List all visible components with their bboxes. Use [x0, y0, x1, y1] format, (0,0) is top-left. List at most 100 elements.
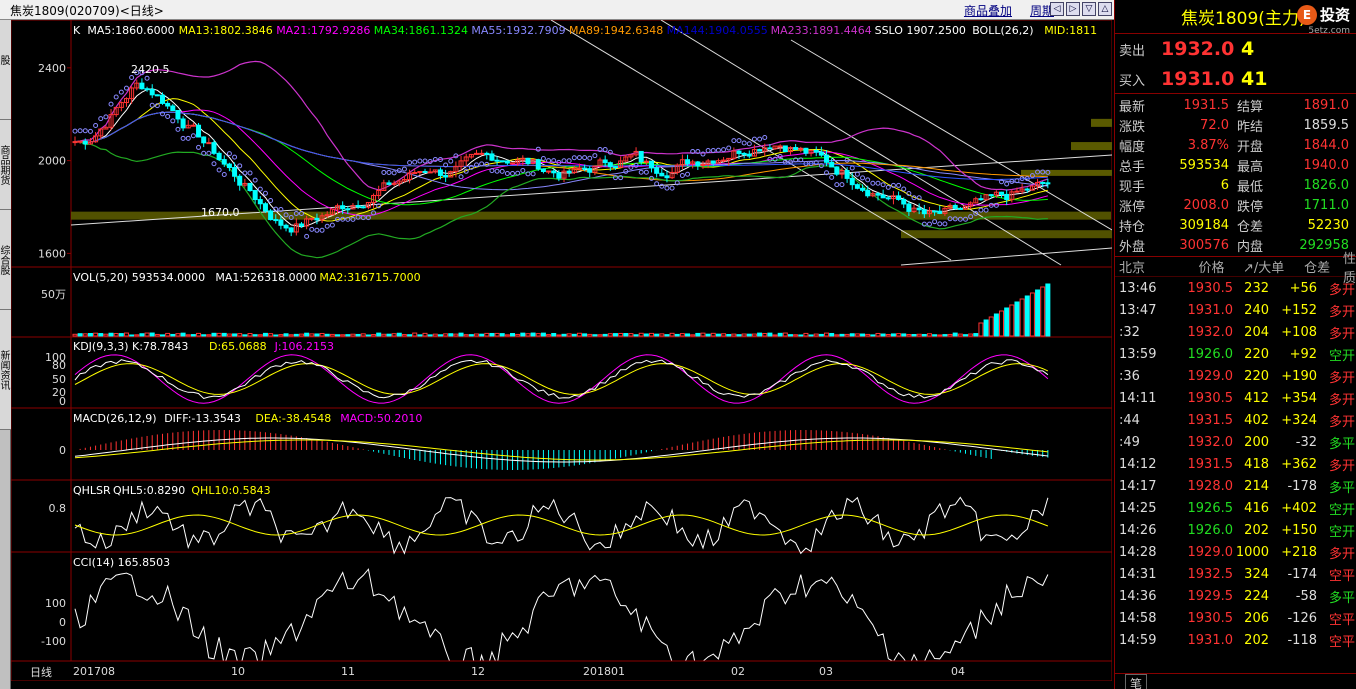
tick-list[interactable]: 13:46 1930.5 232 +56 多开 13:47 1931.0 240 +152 多开:… [1115, 277, 1356, 651]
sar-dot [216, 167, 222, 173]
sar-dot [499, 168, 505, 174]
candle-body [262, 203, 268, 212]
vol-y-tick: 50万 [41, 288, 66, 301]
tick-row[interactable]: 14:59 1931.0 202 -118 空平 [1115, 629, 1356, 651]
vol-bar [793, 334, 799, 337]
tick-nature: 多开 [1328, 414, 1355, 430]
vol-bar [314, 333, 320, 337]
candle-body [829, 161, 835, 168]
candle-body [247, 182, 253, 192]
sar-dot [571, 155, 577, 161]
tick-row[interactable]: 14:26 1926.0 202 +150 空开 [1115, 519, 1356, 541]
candle-body [510, 162, 516, 165]
stat-value: 1859.5 [1303, 117, 1350, 133]
tick-price: 1930.5 [1187, 390, 1234, 406]
candle-body [160, 94, 166, 104]
nav-right-button[interactable]: ▷ [1066, 2, 1080, 16]
sar-dot [237, 163, 243, 169]
sar-dot [448, 158, 454, 164]
vol-bar [885, 334, 891, 337]
tick-row[interactable]: :44 1931.5 402 +324 多开 [1115, 409, 1356, 431]
vol-bar [1019, 298, 1025, 337]
sar-dot [587, 155, 593, 161]
vol-bar [525, 333, 531, 337]
vol-bar [247, 333, 253, 337]
vol-bar [988, 316, 994, 337]
tick-row[interactable]: 14:28 1929.0 1000 +218 多开 [1115, 541, 1356, 563]
vol-bar [401, 334, 407, 337]
sar-dot [329, 222, 335, 228]
kdj-y-tick: 0 [59, 395, 66, 408]
tick-row[interactable]: 13:46 1930.5 232 +56 多开 [1115, 277, 1356, 299]
tick-row[interactable]: :32 1932.0 204 +108 多开 [1115, 321, 1356, 343]
vol-bar [993, 313, 999, 337]
candle-body [252, 190, 258, 201]
vol-bar [504, 334, 510, 337]
sar-dot [262, 190, 268, 196]
sar-dot [896, 182, 902, 188]
tick-row[interactable]: 14:36 1929.5 224 -58 多平 [1115, 585, 1356, 607]
tick-row[interactable]: 13:47 1931.0 240 +152 多开 [1115, 299, 1356, 321]
sar-dot [937, 221, 943, 227]
tick-row[interactable]: 14:25 1926.5 416 +402 空开 [1115, 497, 1356, 519]
vol-bar [87, 332, 93, 337]
sar-dot [762, 134, 768, 140]
tick-row[interactable]: 14:58 1930.5 206 -126 空平 [1115, 607, 1356, 629]
stat-label: 仓差 [1237, 219, 1264, 235]
stat-label: 跌停 [1237, 199, 1264, 215]
sar-dot [885, 184, 891, 190]
candle-body [875, 193, 881, 196]
ask-label: 卖出 [1119, 43, 1146, 59]
vol-bar [643, 333, 649, 337]
vol-bar [123, 332, 129, 337]
tick-row[interactable]: 14:11 1930.5 412 +354 多开 [1115, 387, 1356, 409]
vol-bar [412, 332, 418, 337]
tab-ticks[interactable]: 笔 [1125, 674, 1148, 689]
candle-body [777, 145, 783, 148]
vol-bar [664, 334, 670, 337]
nav-left-button[interactable]: ◁ [1050, 2, 1064, 16]
tick-oi-change: +150 [1281, 522, 1317, 538]
tick-row[interactable]: 13:59 1926.0 220 +92 空开 [1115, 343, 1356, 365]
vol-bar [180, 332, 186, 337]
vol-bar [206, 334, 212, 337]
vol-bar [463, 334, 469, 337]
tick-nature: 空平 [1328, 568, 1355, 584]
sar-dot [566, 158, 572, 164]
vol-bar [190, 334, 196, 337]
y-tick-label: 2000 [38, 155, 66, 168]
tick-row[interactable]: 14:12 1931.5 418 +362 多开 [1115, 453, 1356, 475]
bid-volume: 41 [1241, 68, 1268, 90]
candle-body [175, 109, 181, 120]
stat-label: 涨停 [1119, 199, 1146, 215]
vol-bar [113, 333, 119, 337]
sar-dot [731, 138, 737, 144]
tick-row[interactable]: :36 1929.0 220 +190 多开 [1115, 365, 1356, 387]
vol-bar [288, 334, 294, 337]
tick-price: 1926.5 [1187, 500, 1234, 516]
overlay-link[interactable]: 商品叠加 [964, 2, 1012, 19]
sar-dot [458, 174, 464, 180]
candle-body [77, 140, 83, 143]
candle-body [412, 172, 418, 175]
vol-bar [561, 333, 567, 337]
zoom-out-button[interactable]: ▽ [1082, 2, 1096, 16]
chart-area[interactable]: 2400 2000 1600 K MA5:1860.6000 MA13:1802.3846… [10, 19, 1113, 689]
sar-dot [226, 151, 232, 157]
x-axis-label: 12 [471, 665, 485, 678]
left-tab-3[interactable]: 新闻资讯 [0, 310, 11, 430]
left-tab-2[interactable]: 综合股 [0, 210, 11, 310]
candle-body [880, 194, 886, 199]
sar-dot [196, 144, 202, 150]
candle-body [607, 162, 613, 168]
tick-row[interactable]: :49 1932.0 200 -32 多平 [1115, 431, 1356, 453]
sar-dot [669, 185, 675, 191]
trend-line [900, 247, 1113, 266]
tick-time: 14:28 [1119, 544, 1157, 560]
tick-row[interactable]: 14:31 1932.5 324 -174 空平 [1115, 563, 1356, 585]
zoom-in-button[interactable]: △ [1098, 2, 1112, 16]
chart-canvas[interactable]: 2400 2000 1600 K MA5:1860.6000 MA13:1802.3846… [10, 19, 1113, 682]
tick-row[interactable]: 14:17 1928.0 214 -178 多平 [1115, 475, 1356, 497]
left-tab-1[interactable]: 商品期货 [0, 120, 11, 210]
candle-body [659, 172, 665, 177]
